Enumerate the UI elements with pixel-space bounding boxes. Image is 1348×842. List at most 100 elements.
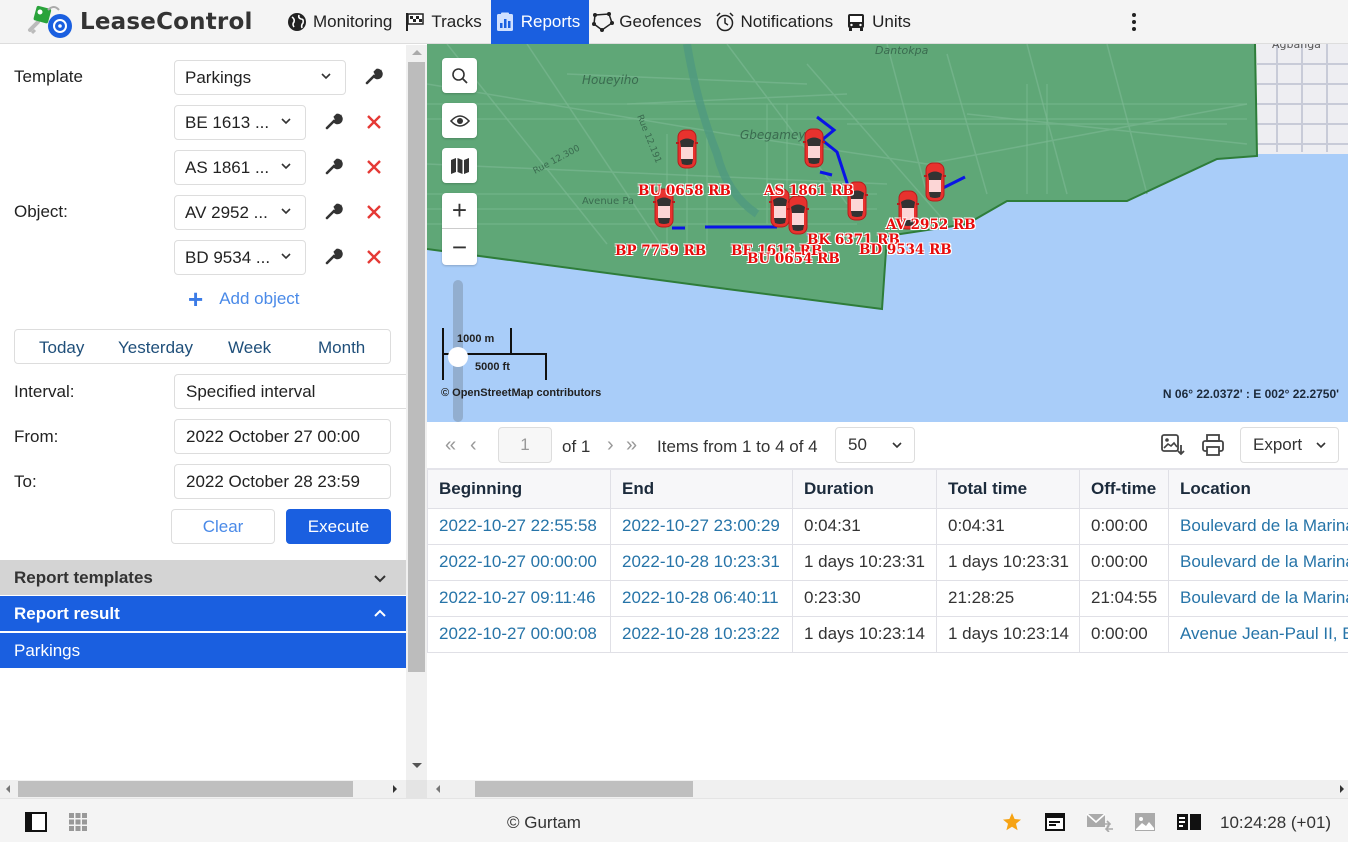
left-panel-horizontal-scrollbar[interactable] <box>0 780 406 798</box>
scrollbar-thumb[interactable] <box>408 62 425 672</box>
unit-marker-label[interactable]: AS 1861 RB <box>764 183 854 199</box>
period-month[interactable]: Month <box>318 338 365 358</box>
cell-end[interactable]: 2022-10-28 06:40:11 <box>610 579 793 617</box>
scroll-up-arrow-icon[interactable] <box>412 50 422 55</box>
more-menu-button[interactable] <box>1126 10 1142 34</box>
scroll-right-arrow-icon[interactable] <box>1340 785 1344 793</box>
map-view[interactable]: Houeyiho Gbegamey Dantokpa Agbanga Rue 1… <box>427 44 1348 422</box>
cell-location[interactable]: Boulevard de la Marina <box>1168 507 1348 545</box>
column-header-beginning[interactable]: Beginning <box>427 468 611 509</box>
add-object-button[interactable]: + Add object <box>188 284 300 314</box>
first-page-icon[interactable]: « <box>445 435 456 455</box>
column-header-off-time[interactable]: Off-time <box>1079 468 1169 509</box>
unit-marker-car-icon[interactable] <box>787 195 809 235</box>
column-header-end[interactable]: End <box>610 468 793 509</box>
clear-button[interactable]: Clear <box>171 509 275 544</box>
last-page-icon[interactable]: » <box>626 435 637 455</box>
unit-marker-label[interactable]: BU 0654 RB <box>747 251 840 267</box>
nav-tracks[interactable]: Tracks <box>401 0 490 44</box>
apps-grid-icon[interactable] <box>68 812 88 832</box>
next-page-icon[interactable]: › <box>607 435 614 455</box>
nav-units[interactable]: Units <box>842 0 920 44</box>
nav-monitoring[interactable]: Monitoring <box>283 0 401 44</box>
wrench-icon[interactable] <box>363 66 383 86</box>
interval-select[interactable]: Specified interval <box>174 374 406 409</box>
zoom-out-button[interactable]: − <box>442 229 477 265</box>
export-dropdown[interactable]: Export <box>1240 427 1339 463</box>
table-horizontal-scrollbar[interactable] <box>427 780 1348 798</box>
period-week[interactable]: Week <box>228 338 271 358</box>
map-layers-button[interactable] <box>442 148 477 183</box>
column-header-location[interactable]: Location <box>1168 468 1348 509</box>
unit-marker-car-icon[interactable] <box>803 128 825 168</box>
cell-beginning[interactable]: 2022-10-27 09:11:46 <box>427 579 611 617</box>
scroll-right-arrow-icon[interactable] <box>393 785 397 793</box>
template-select[interactable]: Parkings <box>174 60 346 95</box>
unit-marker-label[interactable]: BD 9534 RB <box>859 242 952 258</box>
map-visibility-button[interactable] <box>442 103 477 138</box>
split-view-icon[interactable] <box>1176 812 1202 832</box>
report-result-header[interactable]: Report result <box>0 596 406 631</box>
period-today[interactable]: Today <box>39 338 84 358</box>
remove-object-icon[interactable] <box>366 249 382 265</box>
star-icon[interactable] <box>1002 812 1022 832</box>
cell-location[interactable]: Avenue Jean-Paul II, B <box>1168 615 1348 653</box>
cell-beginning[interactable]: 2022-10-27 00:00:08 <box>427 615 611 653</box>
cell-location[interactable]: Boulevard de la Marina <box>1168 579 1348 617</box>
left-panel-vertical-scrollbar[interactable] <box>406 45 427 780</box>
toggle-panel-icon[interactable] <box>25 812 47 832</box>
cell-location[interactable]: Boulevard de la Marina <box>1168 543 1348 581</box>
items-per-page-select[interactable]: 50 <box>835 427 915 463</box>
cell-end[interactable]: 2022-10-28 10:23:31 <box>610 543 793 581</box>
cell-beginning[interactable]: 2022-10-27 22:55:58 <box>427 507 611 545</box>
to-date-input[interactable]: 2022 October 28 23:59 <box>174 464 391 499</box>
cell-duration: 0:23:30 <box>792 579 937 617</box>
zoom-in-button[interactable]: + <box>442 193 477 229</box>
map-search-button[interactable] <box>442 58 477 93</box>
previous-page-icon[interactable]: ‹ <box>470 435 477 455</box>
unit-marker-car-icon[interactable] <box>924 162 946 202</box>
wrench-icon[interactable] <box>323 156 343 176</box>
execute-button[interactable]: Execute <box>286 509 391 544</box>
scroll-down-arrow-icon[interactable] <box>412 763 422 768</box>
scroll-left-arrow-icon[interactable] <box>6 785 10 793</box>
object-select-3[interactable]: AV 2952 ... <box>174 195 306 230</box>
cell-end[interactable]: 2022-10-27 23:00:29 <box>610 507 793 545</box>
remove-object-icon[interactable] <box>366 159 382 175</box>
cell-beginning[interactable]: 2022-10-27 00:00:00 <box>427 543 611 581</box>
wrench-icon[interactable] <box>323 111 343 131</box>
message-window-icon[interactable] <box>1044 812 1066 832</box>
from-date-input[interactable]: 2022 October 27 00:00 <box>174 419 391 454</box>
print-icon[interactable] <box>1200 433 1226 457</box>
scroll-left-arrow-icon[interactable] <box>436 785 440 793</box>
wrench-icon[interactable] <box>323 246 343 266</box>
column-header-total-time[interactable]: Total time <box>936 468 1080 509</box>
report-templates-header[interactable]: Report templates <box>0 560 406 595</box>
unit-marker-car-icon[interactable] <box>676 129 698 169</box>
unit-marker-label[interactable]: BU 0658 RB <box>638 183 731 199</box>
page-number-input[interactable]: 1 <box>498 427 552 463</box>
unit-marker-label[interactable]: AV 2952 RB <box>886 217 976 233</box>
unit-marker-label[interactable]: BP 7759 RB <box>615 243 706 259</box>
object-select-1[interactable]: BE 1613 ... <box>174 105 306 140</box>
period-yesterday[interactable]: Yesterday <box>118 338 193 358</box>
app-logo[interactable]: LeaseControl <box>0 0 283 44</box>
report-result-item[interactable]: Parkings <box>0 633 406 668</box>
nav-reports[interactable]: Reports <box>490 0 590 44</box>
column-header-duration[interactable]: Duration <box>792 468 937 509</box>
image-gallery-icon[interactable] <box>1134 812 1156 832</box>
object-select-4[interactable]: BD 9534 ... <box>174 240 306 275</box>
remove-object-icon[interactable] <box>366 204 382 220</box>
nav-geofences[interactable]: Geofences <box>589 0 710 44</box>
scrollbar-thumb[interactable] <box>475 781 693 797</box>
cell-end[interactable]: 2022-10-28 10:23:22 <box>610 615 793 653</box>
wrench-icon[interactable] <box>323 201 343 221</box>
mail-transfer-icon[interactable] <box>1086 812 1114 832</box>
object-select-2[interactable]: AS 1861 ... <box>174 150 306 185</box>
scrollbar-thumb[interactable] <box>18 781 353 797</box>
export-image-icon[interactable] <box>1160 433 1186 457</box>
zoom-slider-handle[interactable] <box>448 347 468 367</box>
plus-icon: + <box>188 284 204 314</box>
nav-notifications[interactable]: Notifications <box>711 0 843 44</box>
remove-object-icon[interactable] <box>366 114 382 130</box>
